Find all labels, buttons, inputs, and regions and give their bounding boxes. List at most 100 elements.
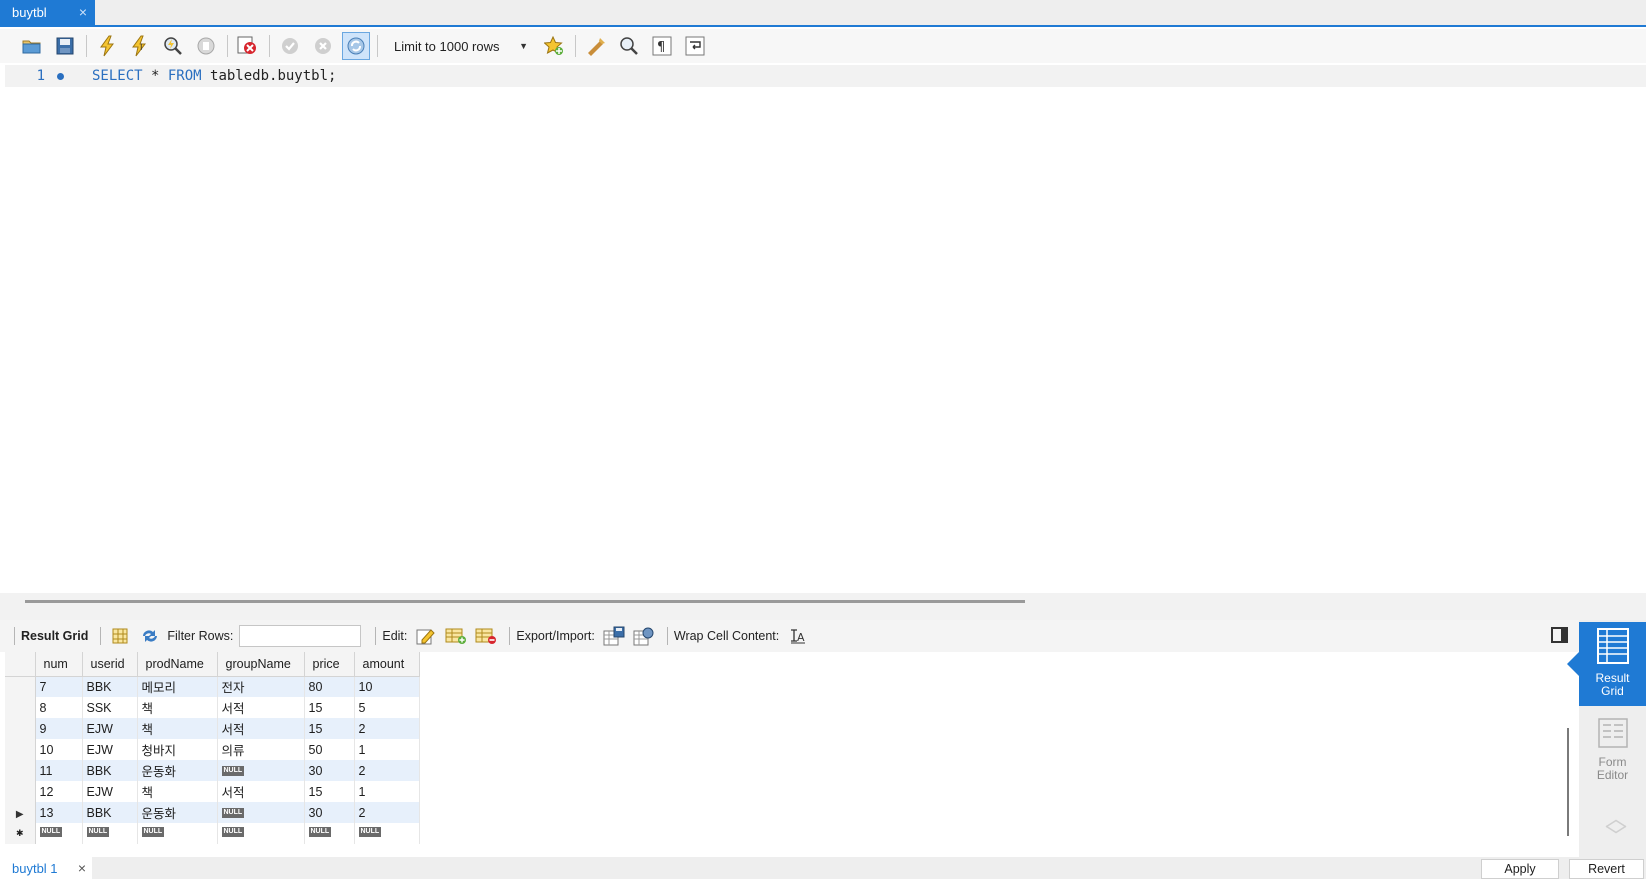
row-header[interactable] <box>5 760 36 781</box>
execute-current-icon[interactable]: I <box>126 32 154 60</box>
limit-rows-select[interactable]: Limit to 1000 rows ▼ <box>384 34 534 58</box>
row-header[interactable] <box>5 676 36 697</box>
table-cell-amount[interactable]: 2 <box>354 718 420 739</box>
table-cell-amount[interactable]: NULL <box>354 823 420 844</box>
new-row[interactable]: ✱ NULL NULL NULL NULL NULL NULL <box>5 823 420 844</box>
table-row[interactable]: 10 EJW 청바지 의류 50 1 <box>5 739 420 760</box>
word-wrap-icon[interactable] <box>681 32 709 60</box>
column-header-num[interactable]: num <box>35 652 83 677</box>
close-tab-icon[interactable]: × <box>79 4 87 20</box>
table-cell-amount[interactable]: 2 <box>354 760 420 781</box>
grid-vertical-scrollbar[interactable] <box>1567 728 1569 836</box>
result-tab-buytbl-1[interactable]: buytbl 1 × <box>0 857 92 879</box>
execute-icon[interactable] <box>93 32 121 60</box>
explain-icon[interactable] <box>159 32 187 60</box>
column-header-groupname[interactable]: groupName <box>217 652 305 677</box>
table-cell-userid[interactable]: SSK <box>82 697 138 718</box>
beautify-icon[interactable] <box>582 32 610 60</box>
table-cell-prodname[interactable]: NULL <box>137 823 218 844</box>
rollback-icon[interactable] <box>309 32 337 60</box>
stop-icon[interactable] <box>192 32 220 60</box>
table-cell-num[interactable]: 12 <box>35 781 83 802</box>
table-cell-userid[interactable]: BBK <box>82 760 138 781</box>
filter-rows-input[interactable] <box>239 625 362 647</box>
table-cell-groupname[interactable]: NULL <box>217 823 305 844</box>
column-header-price[interactable]: price <box>304 652 355 677</box>
table-cell-num[interactable]: 8 <box>35 697 83 718</box>
table-cell-groupname[interactable]: 전자 <box>217 676 305 697</box>
apply-button[interactable]: Apply <box>1481 859 1559 879</box>
table-cell-amount[interactable]: 1 <box>354 781 420 802</box>
table-cell-userid[interactable]: EJW <box>82 739 138 760</box>
table-cell-groupname[interactable]: 서적 <box>217 697 305 718</box>
table-cell-userid[interactable]: BBK <box>82 802 138 823</box>
row-header[interactable] <box>5 739 36 760</box>
table-cell-price[interactable]: 15 <box>304 697 355 718</box>
scroll-panel-chevron-icon[interactable]: ︿ ﹀ <box>1603 808 1629 848</box>
column-header-amount[interactable]: amount <box>354 652 420 677</box>
table-cell-num[interactable]: 10 <box>35 739 83 760</box>
toggle-error-icon[interactable] <box>234 32 262 60</box>
save-file-icon[interactable] <box>51 32 79 60</box>
sql-editor[interactable]: 1 SELECT * FROM tabledb.buytbl; <box>5 63 1646 593</box>
table-cell-amount[interactable]: 10 <box>354 676 420 697</box>
table-cell-price[interactable]: NULL <box>304 823 355 844</box>
form-editor-view-button[interactable]: Form Editor <box>1579 706 1646 790</box>
export-icon[interactable] <box>601 625 627 647</box>
table-cell-amount[interactable]: 2 <box>354 802 420 823</box>
table-cell-userid[interactable]: BBK <box>82 676 138 697</box>
table-cell-num[interactable]: 9 <box>35 718 83 739</box>
table-row[interactable]: 12 EJW 책 서적 15 1 <box>5 781 420 802</box>
table-cell-prodname[interactable]: 청바지 <box>137 739 218 760</box>
column-header-prodname[interactable]: prodName <box>137 652 218 677</box>
table-row[interactable]: ▶ 13 BBK 운동화 NULL 30 2 <box>5 802 420 823</box>
table-cell-price[interactable]: 50 <box>304 739 355 760</box>
editor-line[interactable]: 1 SELECT * FROM tabledb.buytbl; <box>5 65 1646 87</box>
table-cell-num[interactable]: 11 <box>35 760 83 781</box>
row-header[interactable]: ▶ <box>5 802 36 823</box>
insert-row-icon[interactable] <box>443 625 469 647</box>
table-row[interactable]: 8 SSK 책 서적 15 5 <box>5 697 420 718</box>
table-row[interactable]: 7 BBK 메모리 전자 80 10 <box>5 676 420 697</box>
table-row[interactable]: 11 BBK 운동화 NULL 30 2 <box>5 760 420 781</box>
refresh-icon[interactable] <box>137 625 163 647</box>
add-snippet-icon[interactable] <box>540 32 568 60</box>
invisible-chars-icon[interactable]: ¶ <box>648 32 676 60</box>
table-cell-userid[interactable]: EJW <box>82 718 138 739</box>
table-cell-groupname[interactable]: 서적 <box>217 781 305 802</box>
table-cell-groupname[interactable]: NULL <box>217 802 305 823</box>
close-result-tab-icon[interactable]: × <box>78 860 86 876</box>
table-cell-price[interactable]: 30 <box>304 802 355 823</box>
row-header[interactable] <box>5 718 36 739</box>
revert-button[interactable]: Revert <box>1569 859 1644 879</box>
open-file-icon[interactable] <box>18 32 46 60</box>
table-row[interactable]: 9 EJW 책 서적 15 2 <box>5 718 420 739</box>
table-cell-prodname[interactable]: 책 <box>137 781 218 802</box>
grid-layout-icon[interactable] <box>107 625 133 647</box>
wrap-cell-icon[interactable]: A <box>785 625 811 647</box>
table-cell-price[interactable]: 15 <box>304 781 355 802</box>
table-cell-amount[interactable]: 5 <box>354 697 420 718</box>
table-cell-prodname[interactable]: 운동화 <box>137 802 218 823</box>
table-cell-groupname[interactable]: 의류 <box>217 739 305 760</box>
table-cell-price[interactable]: 80 <box>304 676 355 697</box>
table-cell-userid[interactable]: NULL <box>82 823 138 844</box>
column-header-userid[interactable]: userid <box>82 652 138 677</box>
table-cell-price[interactable]: 30 <box>304 760 355 781</box>
table-cell-prodname[interactable]: 메모리 <box>137 676 218 697</box>
delete-row-icon[interactable] <box>473 625 499 647</box>
table-cell-prodname[interactable]: 운동화 <box>137 760 218 781</box>
edit-row-icon[interactable] <box>413 625 439 647</box>
result-grid-view-button[interactable]: Result Grid <box>1579 622 1646 706</box>
row-header[interactable] <box>5 697 36 718</box>
table-cell-prodname[interactable]: 책 <box>137 697 218 718</box>
import-icon[interactable] <box>631 625 657 647</box>
horizontal-scrollbar[interactable] <box>25 600 1025 603</box>
commit-icon[interactable] <box>276 32 304 60</box>
autocommit-toggle-icon[interactable] <box>342 32 370 60</box>
table-cell-num[interactable]: 7 <box>35 676 83 697</box>
tab-buytbl[interactable]: buytbl × <box>0 0 95 25</box>
table-cell-groupname[interactable]: 서적 <box>217 718 305 739</box>
table-cell-amount[interactable]: 1 <box>354 739 420 760</box>
table-cell-prodname[interactable]: 책 <box>137 718 218 739</box>
